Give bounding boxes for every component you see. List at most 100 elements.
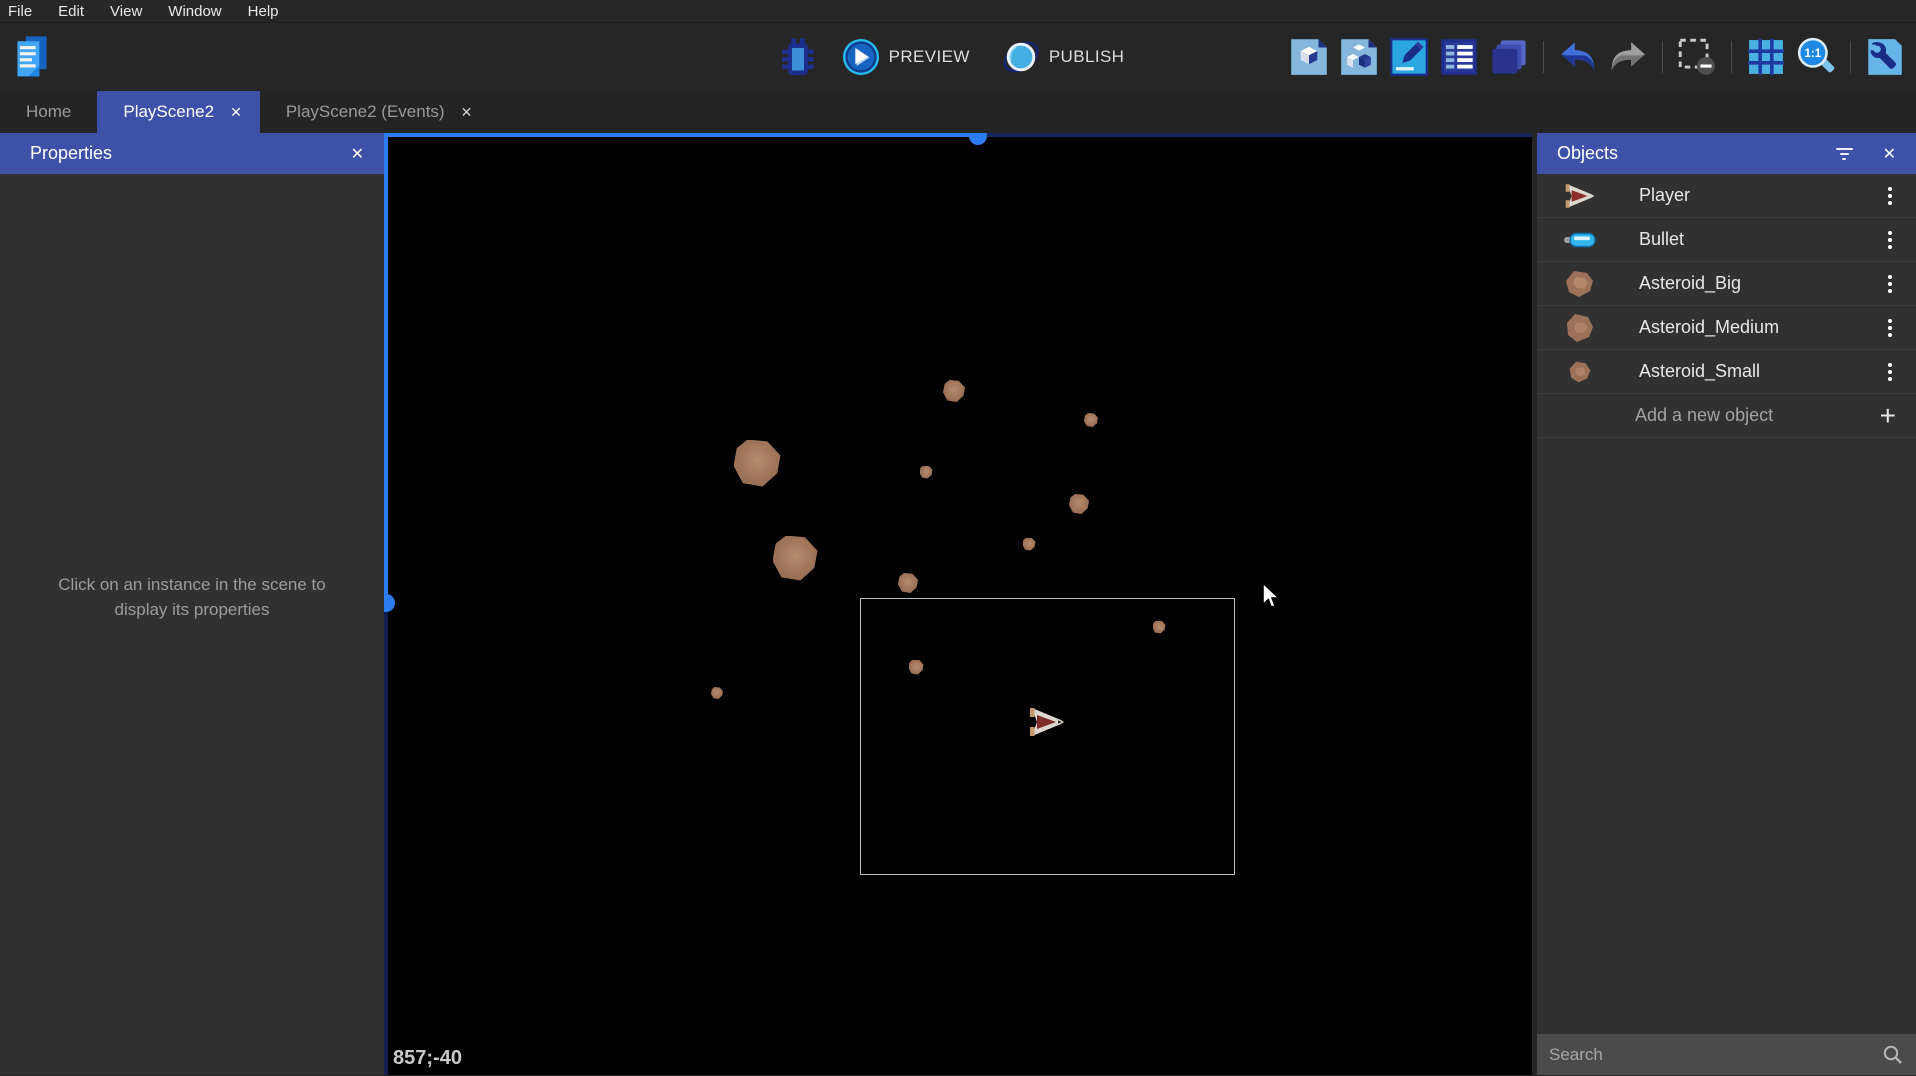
debugger-bug-icon [780,36,816,78]
project-manager-button[interactable] [10,33,54,81]
asteroid-instance[interactable] [920,466,933,479]
asteroid-thumbnail-icon [1561,313,1599,343]
edit-object-groups-button[interactable] [1339,33,1379,81]
preview-label: PREVIEW [889,47,970,67]
object-row-bullet[interactable]: Bullet [1537,218,1916,262]
wrench-icon [1866,38,1904,76]
mouse-cursor-icon [1262,583,1280,609]
tab-playscene2-label: PlayScene2 [123,102,214,122]
menu-edit[interactable]: Edit [58,3,84,20]
undo-button[interactable] [1558,33,1598,81]
asteroid-instance[interactable] [898,573,918,593]
tab-playscene2-events[interactable]: PlayScene2 (Events) ✕ [260,91,498,133]
undo-icon [1559,41,1597,73]
object-menu-button[interactable] [1882,359,1898,385]
edit-objects-icon [1290,38,1328,76]
zoom-1-1-icon: 1:1 [1796,37,1836,77]
asteroid-instance[interactable] [773,536,818,581]
object-name: Asteroid_Small [1639,361,1882,382]
grid-icon [1748,39,1784,75]
publish-button[interactable]: PUBLISH [1002,38,1125,76]
project-manager-icon [15,34,49,80]
menu-view[interactable]: View [110,3,142,20]
cursor-coordinates-label: 857;-40 [393,1047,462,1070]
menu-window[interactable]: Window [168,3,221,20]
preview-button[interactable]: PREVIEW [842,38,970,76]
scene-window-border-top [384,133,978,137]
properties-panel-body: Click on an instance in the scene to dis… [0,174,384,1075]
clear-selection-button[interactable] [1677,33,1717,81]
edit-scene-properties-button[interactable] [1389,33,1429,81]
open-settings-button[interactable] [1865,33,1905,81]
asteroid-instance[interactable] [943,380,965,402]
asteroid-thumbnail-icon [1561,269,1599,299]
tab-playscene2[interactable]: PlayScene2 ✕ [97,91,259,133]
scene-window-border-left [384,133,388,603]
preview-play-icon [842,38,880,76]
object-menu-button[interactable] [1882,227,1898,253]
edit-object-groups-icon [1340,38,1378,76]
object-name: Asteroid_Medium [1639,317,1882,338]
asteroid-instance[interactable] [1084,413,1098,427]
filter-icon[interactable] [1836,148,1853,160]
edit-layers-button[interactable] [1489,33,1529,81]
deselect-icon [1678,38,1716,76]
objects-panel: Objects ✕ Player [1537,133,1916,1075]
objects-search-bar [1537,1034,1916,1075]
menu-help[interactable]: Help [248,3,279,20]
object-name: Bullet [1639,229,1882,250]
redo-button[interactable] [1608,33,1648,81]
player-instance[interactable] [1028,707,1066,737]
objects-search-input[interactable] [1549,1045,1882,1065]
bullet-thumbnail-icon [1561,232,1599,248]
asteroid-instance[interactable] [1023,538,1036,551]
search-icon [1882,1044,1904,1066]
debugger-button[interactable] [776,33,820,81]
object-menu-button[interactable] [1882,183,1898,209]
layers-icon [1490,38,1528,76]
properties-panel-title: Properties [30,143,112,164]
toolbar: PREVIEW PUBLISH [0,23,1916,91]
tab-home-label: Home [26,102,71,122]
properties-panel-header: Properties ✕ [0,133,384,174]
zoom-original-button[interactable]: 1:1 [1796,33,1836,81]
asteroid-instance[interactable] [1069,494,1089,514]
toggle-grid-button[interactable] [1746,33,1786,81]
tab-close-icon[interactable]: ✕ [461,105,473,119]
object-row-asteroid-big[interactable]: Asteroid_Big [1537,262,1916,306]
object-row-player[interactable]: Player [1537,174,1916,218]
edit-objects-button[interactable] [1289,33,1329,81]
edit-pencil-icon [1390,38,1428,76]
instances-list-icon [1440,38,1478,76]
object-name: Asteroid_Big [1639,273,1882,294]
add-object-button[interactable]: Add a new object + [1537,394,1916,438]
properties-panel: Properties ✕ Click on an instance in the… [0,133,384,1075]
object-row-asteroid-medium[interactable]: Asteroid_Medium [1537,306,1916,350]
open-instances-list-button[interactable] [1439,33,1479,81]
svg-text:1:1: 1:1 [1804,48,1821,60]
scene-window-border-top-dark [978,133,1532,137]
object-name: Player [1639,185,1882,206]
objects-close-icon[interactable]: ✕ [1879,142,1900,166]
asteroid-instance[interactable] [734,440,781,487]
scene-canvas[interactable]: 857;-40 [384,133,1532,1075]
tab-playscene2-events-label: PlayScene2 (Events) [286,102,445,122]
scene-border-handle-top[interactable] [969,133,987,145]
tab-bar: Home PlayScene2 ✕ PlayScene2 (Events) ✕ [0,91,1916,133]
tab-close-icon[interactable]: ✕ [230,105,242,119]
asteroid-thumbnail-icon [1561,360,1599,384]
asteroid-instance[interactable] [711,687,723,699]
scene-window-border-left-dark [384,603,388,1075]
publish-globe-icon [1002,38,1040,76]
menu-file[interactable]: File [8,3,32,20]
player-thumbnail-icon [1561,183,1599,209]
object-menu-button[interactable] [1882,271,1898,297]
tab-home[interactable]: Home [0,91,97,133]
objects-panel-title: Objects [1557,143,1618,164]
object-menu-button[interactable] [1882,315,1898,341]
scene-border-handle-left[interactable] [384,594,395,612]
object-row-asteroid-small[interactable]: Asteroid_Small [1537,350,1916,394]
menu-bar: File Edit View Window Help [0,0,1916,23]
properties-close-icon[interactable]: ✕ [347,142,368,166]
toolbar-divider [1543,41,1544,73]
